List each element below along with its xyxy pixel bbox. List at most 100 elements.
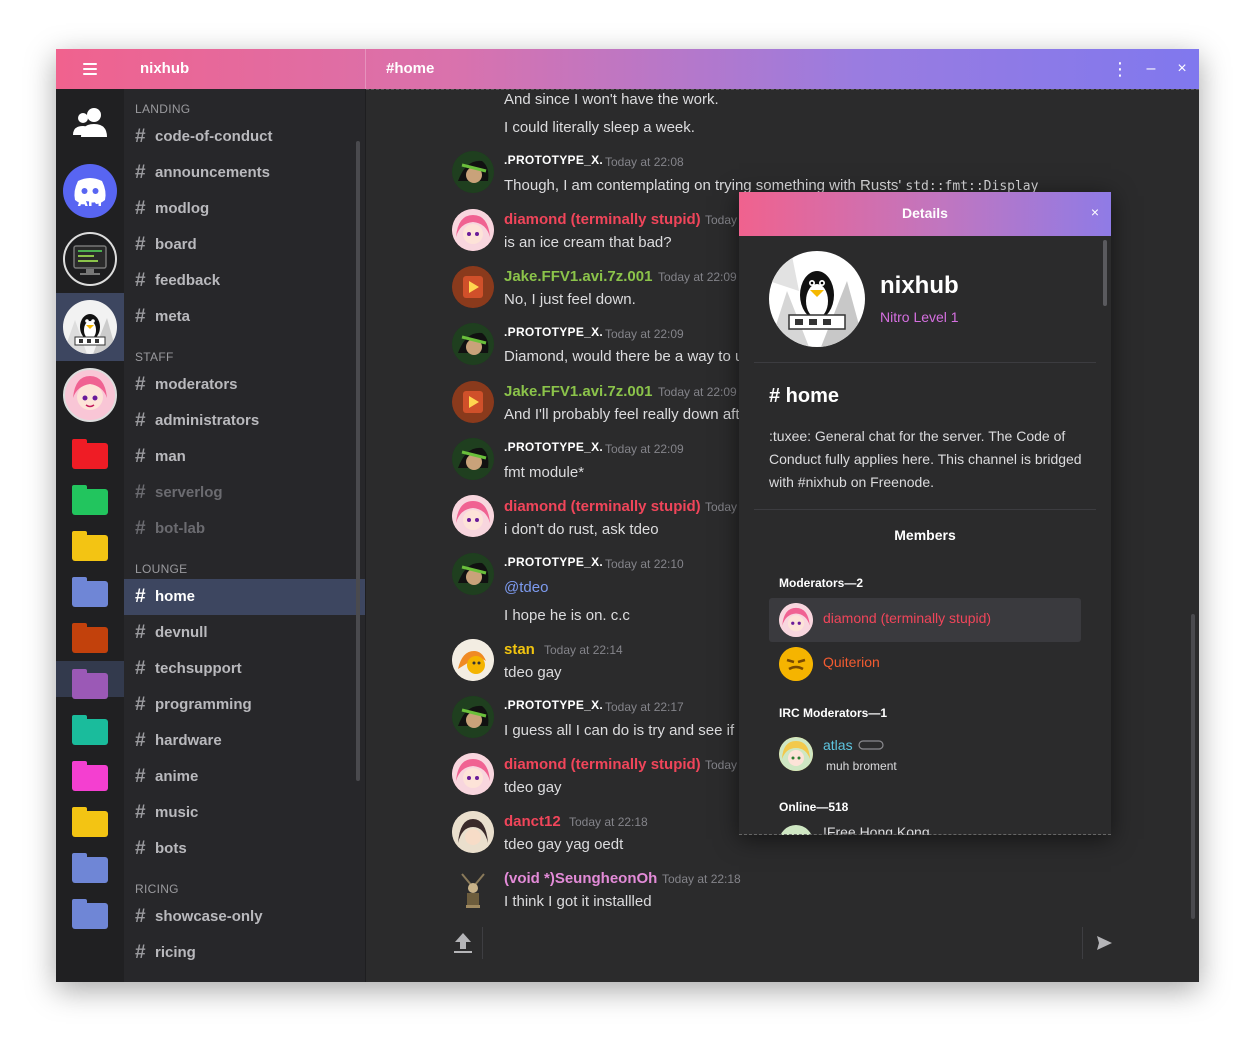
server-folder-blue[interactable] <box>72 577 108 607</box>
discord-api-icon: API <box>63 164 117 218</box>
message-author[interactable]: Jake.FFV1.avi.7z.001 <box>504 383 652 400</box>
member-quiterion[interactable]: Quiterion <box>769 642 1081 686</box>
message-text: tdeo gay yag oedt <box>504 836 624 853</box>
avatar-prototype[interactable] <box>452 323 494 365</box>
message-author[interactable]: .PROTOTYPE_X. <box>504 153 603 167</box>
channel-home[interactable]: # home <box>124 579 365 615</box>
message-author[interactable]: .PROTOTYPE_X. <box>504 440 603 454</box>
channel-list-scrollbar[interactable] <box>356 141 360 781</box>
channel-meta[interactable]: # meta <box>124 299 365 335</box>
avatar-jake[interactable] <box>452 381 494 423</box>
channel-board[interactable]: # board <box>124 227 365 263</box>
channel-name: bot-lab <box>155 520 205 537</box>
message-author[interactable]: danct12 <box>504 813 561 830</box>
channel-code-of-conduct[interactable]: # code-of-conduct <box>124 119 365 155</box>
avatar-danct12[interactable] <box>452 811 494 853</box>
server-folder-blue-2[interactable] <box>72 853 108 883</box>
details-scrollbar[interactable] <box>1103 240 1107 306</box>
avatar-diamond[interactable] <box>452 209 494 251</box>
channel-techsupport[interactable]: # techsupport <box>124 651 365 687</box>
member-free-hong-kong[interactable]: !Free Hong Kong <box>769 820 1081 835</box>
avatar-prototype[interactable] <box>452 553 494 595</box>
server-folder-teal[interactable] <box>72 715 108 745</box>
hash-icon: # <box>135 482 146 503</box>
message-author[interactable]: diamond (terminally stupid) <box>504 211 701 228</box>
message-author[interactable]: diamond (terminally stupid) <box>504 498 701 515</box>
message-timestamp: Today at 22:18 <box>662 872 741 886</box>
message-text: And I'll probably feel really down afte <box>504 406 748 423</box>
close-window-button[interactable]: × <box>1174 59 1190 79</box>
channel-bot-lab[interactable]: # bot-lab <box>124 511 365 547</box>
server-nixhub[interactable] <box>56 293 124 361</box>
message-timestamp: Today at 22:09 <box>605 442 684 456</box>
server-folder-blue-3[interactable] <box>72 899 108 929</box>
upload-icon[interactable] <box>452 931 474 955</box>
channel-name: moderators <box>155 376 238 393</box>
channel-ricing[interactable]: # ricing <box>124 935 365 971</box>
user-mention[interactable]: @tdeo <box>504 579 548 596</box>
channel-administrators[interactable]: # administrators <box>124 403 365 439</box>
server-folder-red[interactable] <box>72 439 108 469</box>
member-avatar <box>779 737 813 771</box>
avatar-seungheonoh[interactable] <box>452 868 494 910</box>
avatar-diamond[interactable] <box>452 753 494 795</box>
channel-modlog[interactable]: # modlog <box>124 191 365 227</box>
server-folder-pink[interactable] <box>72 761 108 791</box>
server-anime[interactable] <box>56 361 124 429</box>
message-author[interactable]: diamond (terminally stupid) <box>504 756 701 773</box>
channel-announcements[interactable]: # announcements <box>124 155 365 191</box>
channel-name: code-of-conduct <box>155 128 273 145</box>
details-bottom-border <box>739 834 1111 835</box>
channel-anime[interactable]: # anime <box>124 759 365 795</box>
send-icon[interactable] <box>1094 933 1114 953</box>
close-details-button[interactable]: × <box>1087 204 1103 222</box>
server-folder-purple[interactable] <box>72 669 108 699</box>
channel-bots[interactable]: # bots <box>124 831 365 867</box>
friends-button[interactable] <box>56 89 124 157</box>
hash-icon: # <box>135 198 146 219</box>
minimize-button[interactable]: – <box>1143 59 1159 79</box>
avatar-prototype[interactable] <box>452 438 494 480</box>
avatar-prototype[interactable] <box>452 696 494 738</box>
message-author[interactable]: .PROTOTYPE_X. <box>504 698 603 712</box>
message-author[interactable]: .PROTOTYPE_X. <box>504 325 603 339</box>
more-options-icon[interactable]: ⋮ <box>1111 59 1129 79</box>
avatar-prototype[interactable] <box>452 151 494 193</box>
server-folder-yellow-2[interactable] <box>72 807 108 837</box>
channel-name: feedback <box>155 272 221 289</box>
channel-hardware[interactable]: # hardware <box>124 723 365 759</box>
avatar-stan[interactable] <box>452 639 494 681</box>
channel-moderators[interactable]: # moderators <box>124 367 365 403</box>
hash-icon: # <box>135 586 146 607</box>
channel-music[interactable]: # music <box>124 795 365 831</box>
hamburger-menu-icon[interactable] <box>80 59 100 79</box>
avatar-diamond[interactable] <box>452 495 494 537</box>
channel-name: meta <box>155 308 191 325</box>
server-terminal[interactable] <box>56 225 124 293</box>
category-ricing[interactable]: RICING <box>135 882 179 896</box>
server-folder-orange[interactable] <box>72 623 108 653</box>
member-atlas[interactable]: atlas muh broment <box>769 732 1081 776</box>
hash-icon: # <box>135 234 146 255</box>
message-author[interactable]: Jake.FFV1.avi.7z.001 <box>504 268 652 285</box>
avatar-jake[interactable] <box>452 266 494 308</box>
chat-scrollbar[interactable] <box>1191 614 1195 919</box>
category-landing[interactable]: LANDING <box>135 102 190 116</box>
message-author[interactable]: stan <box>504 641 535 658</box>
member-diamond[interactable]: diamond (terminally stupid) <box>769 598 1081 642</box>
category-lounge[interactable]: LOUNGE <box>135 562 187 576</box>
hash-icon: # <box>135 694 146 715</box>
channel-man[interactable]: # man <box>124 439 365 475</box>
channel-serverlog[interactable]: # serverlog <box>124 475 365 511</box>
category-staff[interactable]: STAFF <box>135 350 174 364</box>
server-folder-yellow[interactable] <box>72 531 108 561</box>
hash-icon: # <box>135 306 146 327</box>
channel-devnull[interactable]: # devnull <box>124 615 365 651</box>
channel-feedback[interactable]: # feedback <box>124 263 365 299</box>
server-folder-green[interactable] <box>72 485 108 515</box>
channel-showcase-only[interactable]: # showcase-only <box>124 899 365 935</box>
message-author[interactable]: (void *)SeungheonOh <box>504 870 657 887</box>
channel-programming[interactable]: # programming <box>124 687 365 723</box>
message-author[interactable]: .PROTOTYPE_X. <box>504 555 603 569</box>
server-discord-api[interactable]: API <box>56 157 124 225</box>
